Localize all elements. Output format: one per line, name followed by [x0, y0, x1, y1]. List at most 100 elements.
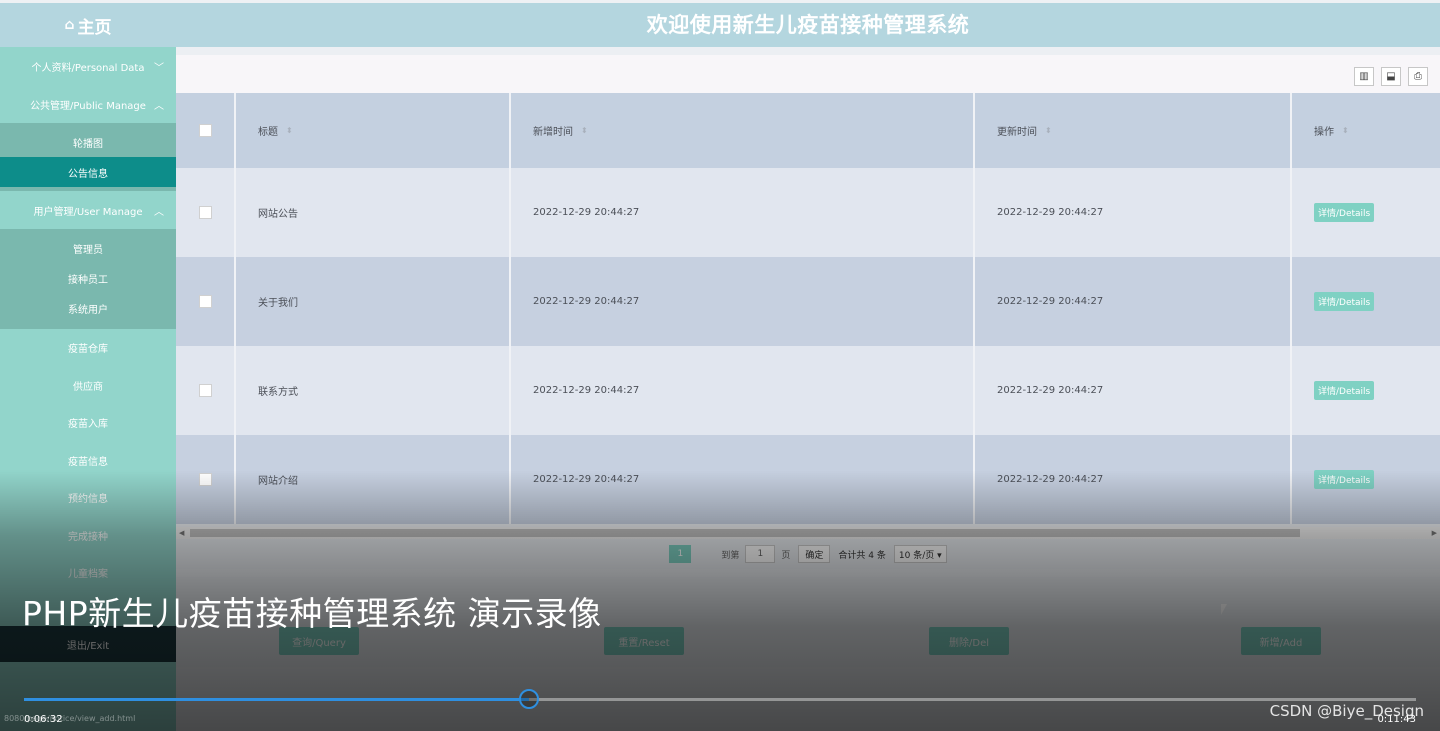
- header-created-label: 新增时间: [533, 127, 573, 138]
- goto-page-input[interactable]: 1: [745, 545, 776, 563]
- notice-table: 标题 ⬍ 新增时间 ⬍ 更新时间 ⬍ 操作 ⬍ 网站公告 2022-12-29 20:4…: [176, 93, 1440, 527]
- sidebar-item-users[interactable]: 系统用户: [0, 293, 176, 323]
- sidebar-item-staff[interactable]: 接种员工: [0, 263, 176, 293]
- menu-user-manage[interactable]: 用户管理/User Manage ︿: [0, 191, 176, 229]
- sidebar-item-completed[interactable]: 完成接种: [0, 517, 176, 555]
- header-action-label: 操作: [1314, 127, 1334, 138]
- menu-personal-data[interactable]: 个人资料/Personal Data ﹀: [0, 47, 176, 85]
- video-progress-played: [24, 698, 529, 701]
- header-title-label: 标题: [258, 127, 278, 138]
- top-header: ⌂ 主页 欢迎使用新生儿疫苗接种管理系统: [0, 3, 1440, 47]
- details-button[interactable]: 详情/Details: [1314, 292, 1375, 311]
- sidebar-item-appointment[interactable]: 预约信息: [0, 479, 176, 517]
- sidebar-item-notice[interactable]: 公告信息: [0, 157, 176, 187]
- table-row: 网站公告 2022-12-29 20:44:27 2022-12-29 20:4…: [176, 168, 1440, 257]
- cell-action: 详情/Details: [1292, 346, 1440, 435]
- row-select-cell: [176, 346, 236, 435]
- header-updated-label: 更新时间: [997, 127, 1037, 138]
- sort-icon: ⬍: [286, 126, 293, 135]
- menu-public-manage[interactable]: 公共管理/Public Manage ︿: [0, 85, 176, 123]
- row-checkbox[interactable]: [198, 473, 212, 486]
- chevron-up-icon: ︿: [154, 206, 164, 218]
- menu-user-label: 用户管理/User Manage: [33, 206, 143, 218]
- total-time: 0:11:43: [1377, 714, 1416, 725]
- menu-public-label: 公共管理/Public Manage: [30, 100, 146, 112]
- header-updated[interactable]: 更新时间 ⬍: [975, 93, 1292, 168]
- menu-personal-label: 个人资料/Personal Data: [31, 62, 145, 74]
- row-checkbox[interactable]: [198, 295, 212, 308]
- cell-action: 详情/Details: [1292, 168, 1440, 257]
- chevron-down-icon: ﹀: [154, 62, 164, 74]
- table-header-row: 标题 ⬍ 新增时间 ⬍ 更新时间 ⬍ 操作 ⬍: [176, 93, 1440, 168]
- cell-action: 详情/Details: [1292, 257, 1440, 346]
- columns-icon[interactable]: ▥: [1354, 67, 1374, 86]
- sort-icon: ⬍: [1342, 126, 1349, 135]
- public-submenu: 轮播图 公告信息: [0, 123, 176, 191]
- home-link[interactable]: ⌂ 主页: [0, 3, 176, 47]
- sidebar-item-child-records[interactable]: 儿童档案: [0, 554, 176, 592]
- row-checkbox[interactable]: [198, 384, 212, 397]
- cell-created: 2022-12-29 20:44:27: [511, 435, 975, 524]
- cell-created: 2022-12-29 20:44:27: [511, 257, 975, 346]
- sidebar-item-carousel[interactable]: 轮播图: [0, 127, 176, 157]
- details-button[interactable]: 详情/Details: [1314, 470, 1375, 489]
- goto-confirm-button[interactable]: 确定: [798, 545, 831, 563]
- table-row: 关于我们 2022-12-29 20:44:27 2022-12-29 20:4…: [176, 257, 1440, 346]
- user-submenu: 管理员 接种员工 系统用户: [0, 229, 176, 329]
- sidebar-item-vaccine-stock-in[interactable]: 疫苗入库: [0, 404, 176, 442]
- page-size-select[interactable]: 10 条/页 ▾: [893, 545, 947, 563]
- mouse-cursor-icon: [1221, 604, 1227, 615]
- sidebar-item-vaccine-info[interactable]: 疫苗信息: [0, 442, 176, 480]
- scroll-left-icon[interactable]: ◀: [179, 527, 184, 539]
- system-title: 欢迎使用新生儿疫苗接种管理系统: [646, 13, 970, 37]
- sidebar-item-vaccine-warehouse[interactable]: 疫苗仓库: [0, 329, 176, 367]
- cell-created: 2022-12-29 20:44:27: [511, 168, 975, 257]
- video-progress-track[interactable]: [24, 689, 1416, 709]
- home-icon: ⌂: [64, 17, 75, 33]
- horizontal-scrollbar[interactable]: ◀ ▶: [176, 527, 1440, 539]
- video-progress-knob[interactable]: [518, 689, 539, 709]
- chevron-up-icon: ︿: [154, 100, 164, 112]
- page-number-current[interactable]: 1: [669, 545, 692, 563]
- reset-button[interactable]: 重置/Reset: [604, 627, 684, 655]
- print-icon[interactable]: ⎙: [1408, 67, 1428, 86]
- header-created[interactable]: 新增时间 ⬍: [511, 93, 975, 168]
- header-title[interactable]: 标题 ⬍: [236, 93, 511, 168]
- video-title: PHP新生儿疫苗接种管理系统 演示录像: [22, 594, 602, 633]
- row-select-cell: [176, 435, 236, 524]
- home-label: 主页: [77, 17, 112, 38]
- pagination: 1 到第 1 页 确定 合计共 4 条 10 条/页 ▾: [176, 539, 1440, 569]
- table-toolbar: ▥ ⬓ ⎙: [176, 55, 1440, 93]
- cell-title: 网站公告: [236, 168, 511, 257]
- cell-title: 关于我们: [236, 257, 511, 346]
- table-row: 网站介绍 2022-12-29 20:44:27 2022-12-29 20:4…: [176, 435, 1440, 524]
- add-button[interactable]: 新增/Add: [1241, 627, 1321, 655]
- header-action[interactable]: 操作 ⬍: [1292, 93, 1440, 168]
- cell-title: 联系方式: [236, 346, 511, 435]
- app-screen: ⌂ 主页 欢迎使用新生儿疫苗接种管理系统 个人资料/Personal Data …: [0, 0, 1440, 731]
- sort-icon: ⬍: [581, 126, 588, 135]
- cell-updated: 2022-12-29 20:44:27: [975, 257, 1292, 346]
- cell-updated: 2022-12-29 20:44:27: [975, 346, 1292, 435]
- sort-icon: ⬍: [1045, 126, 1052, 135]
- goto-label: 到第: [721, 550, 740, 561]
- details-button[interactable]: 详情/Details: [1314, 381, 1375, 400]
- page-suffix: 页: [781, 550, 791, 561]
- details-button[interactable]: 详情/Details: [1314, 203, 1375, 222]
- cell-title: 网站介绍: [236, 435, 511, 524]
- export-icon[interactable]: ⬓: [1381, 67, 1401, 86]
- delete-button[interactable]: 删除/Del: [929, 627, 1009, 655]
- row-checkbox[interactable]: [198, 206, 212, 219]
- row-select-cell: [176, 168, 236, 257]
- total-count: 合计共 4 条: [838, 550, 886, 561]
- cell-created: 2022-12-29 20:44:27: [511, 346, 975, 435]
- cell-action: 详情/Details: [1292, 435, 1440, 524]
- cell-updated: 2022-12-29 20:44:27: [975, 435, 1292, 524]
- select-all-checkbox[interactable]: [198, 124, 212, 137]
- current-time: 0:06:32: [24, 714, 63, 725]
- sidebar-item-admin[interactable]: 管理员: [0, 233, 176, 263]
- scroll-right-icon[interactable]: ▶: [1432, 527, 1437, 539]
- cell-updated: 2022-12-29 20:44:27: [975, 168, 1292, 257]
- scrollbar-thumb[interactable]: [190, 529, 1300, 537]
- sidebar-item-supplier[interactable]: 供应商: [0, 367, 176, 405]
